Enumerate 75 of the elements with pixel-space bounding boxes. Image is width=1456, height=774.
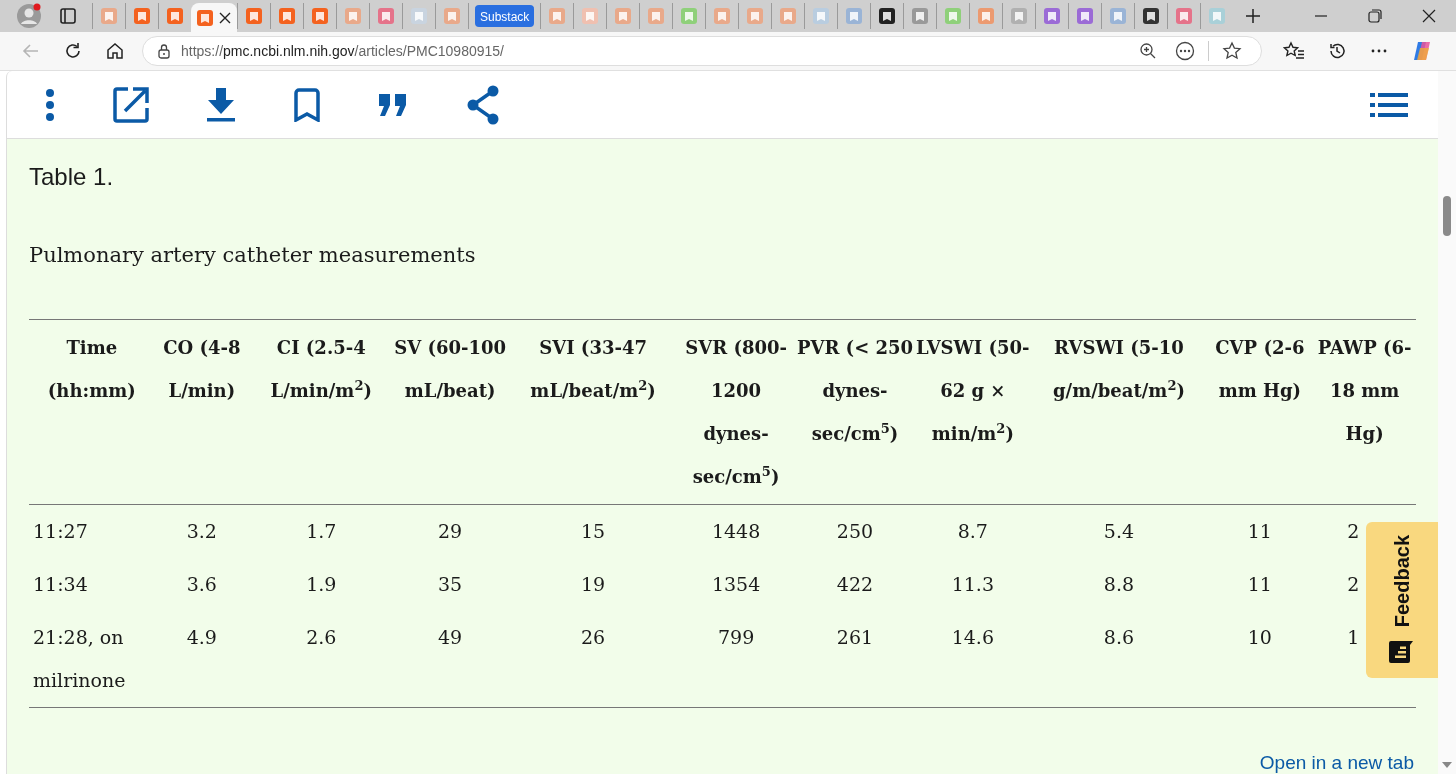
table-cell: 2 <box>1347 573 1360 595</box>
bookmark-icon[interactable] <box>293 87 321 122</box>
table-cell: 49 <box>438 626 463 648</box>
column-header: CI (2.5-4 L/min/m$^{2}$) <box>252 319 391 505</box>
column-header: CO (4-8 L/min) <box>151 319 253 505</box>
column-header: CVP (2-6 mm Hg) <box>1206 319 1314 505</box>
close-icon[interactable] <box>219 12 231 24</box>
table-cell: 4.9 <box>186 626 217 648</box>
favorites-icon[interactable] <box>1283 41 1305 61</box>
share-icon[interactable] <box>465 84 501 125</box>
table-cell: 1448 <box>711 520 761 542</box>
tab-label: Substack <box>475 5 535 27</box>
table-cell: 1 <box>1347 626 1360 648</box>
table-cell: 10 <box>1247 626 1272 648</box>
table-cell: 11 <box>1247 573 1272 595</box>
column-header: PAWP (6-18 mm Hg) <box>1313 319 1416 505</box>
more-options-icon[interactable] <box>45 87 55 122</box>
open-in-new-tab-link[interactable]: Open in a new tab <box>1259 752 1414 774</box>
column-header: SVI (33-47 mL/beat/m$^{2}$) <box>509 319 677 505</box>
url-text: https://pmc.ncbi.nlm.nih.gov/articles/PMC10980915/ <box>181 43 504 59</box>
table-caption: Pulmonary artery catheter measurements <box>29 243 477 267</box>
lock-icon[interactable] <box>157 43 171 59</box>
restore-icon[interactable] <box>1368 9 1382 23</box>
table-cell: 11.3 <box>951 573 994 595</box>
star-icon[interactable] <box>1222 41 1242 61</box>
quote-icon[interactable] <box>379 93 407 116</box>
table-cell: 1.7 <box>306 520 337 542</box>
table-cell: 14.6 <box>951 626 994 648</box>
tab-actions-icon[interactable] <box>58 6 78 26</box>
table-cell: 8.8 <box>1103 573 1135 595</box>
feedback-button[interactable]: Feedback <box>1366 522 1438 678</box>
address-bar[interactable]: https://pmc.ncbi.nlm.nih.gov/articles/PMC10980915/ <box>142 36 1262 66</box>
new-tab-icon[interactable] <box>1245 8 1262 24</box>
profile-icon[interactable] <box>16 3 42 29</box>
table-cell: 799 <box>717 626 755 648</box>
reload-icon[interactable] <box>63 41 83 61</box>
table-cell: 19 <box>581 573 606 595</box>
table-cell: 3.2 <box>186 520 217 542</box>
table-cell: 11:34 <box>33 573 88 595</box>
table-cell: 11:27 <box>33 520 88 542</box>
external-link-icon[interactable] <box>113 86 149 123</box>
home-icon[interactable] <box>105 41 125 61</box>
table-cell: 1.9 <box>306 573 337 595</box>
column-header: Time (hh:mm) <box>29 319 152 505</box>
table-cell: 2.6 <box>306 626 337 648</box>
table-cell: 1354 <box>711 573 761 595</box>
table-cell: 8.7 <box>957 520 988 542</box>
zoom-icon[interactable] <box>1139 42 1157 60</box>
column-header: PVR (< 250 dynes-sec/cm$^{5}$) <box>795 319 915 505</box>
table-cell: 5.4 <box>1103 520 1135 542</box>
assistant-icon[interactable] <box>1411 40 1433 62</box>
table-cell: 35 <box>438 573 463 595</box>
close-icon[interactable] <box>1422 9 1436 23</box>
column-header: LVSWI (50-62 g × min/m$^{2}$) <box>914 319 1032 505</box>
table-label: Table 1. <box>29 162 115 192</box>
table-cell: 2 <box>1347 520 1360 542</box>
download-icon[interactable] <box>207 87 235 122</box>
column-header: SV (60-100 mL/beat) <box>390 319 510 505</box>
table-cell: 15 <box>581 520 606 542</box>
table-cell: 21:28, on milrinone <box>33 626 126 691</box>
table-cell: 422 <box>836 573 874 595</box>
column-header: RVSWI (5-10 g/m/beat/m$^{2}$) <box>1031 319 1207 505</box>
table-cell: 8.6 <box>1103 626 1135 648</box>
feedback-icon <box>1389 641 1415 664</box>
column-header: SVR (800-1200 dynes-sec/cm$^{5}$) <box>676 319 796 505</box>
table-cell: 250 <box>836 520 874 542</box>
table-cell: 29 <box>438 520 463 542</box>
more-icon[interactable] <box>1175 41 1195 61</box>
table-cell: 26 <box>581 626 606 648</box>
table-cell: 3.6 <box>186 573 217 595</box>
table-cell: 11 <box>1247 520 1272 542</box>
history-icon[interactable] <box>1327 41 1347 61</box>
table-cell: 261 <box>836 626 874 648</box>
browser-tab[interactable]: Substack <box>468 3 541 29</box>
contents-list-icon[interactable] <box>1370 92 1408 117</box>
